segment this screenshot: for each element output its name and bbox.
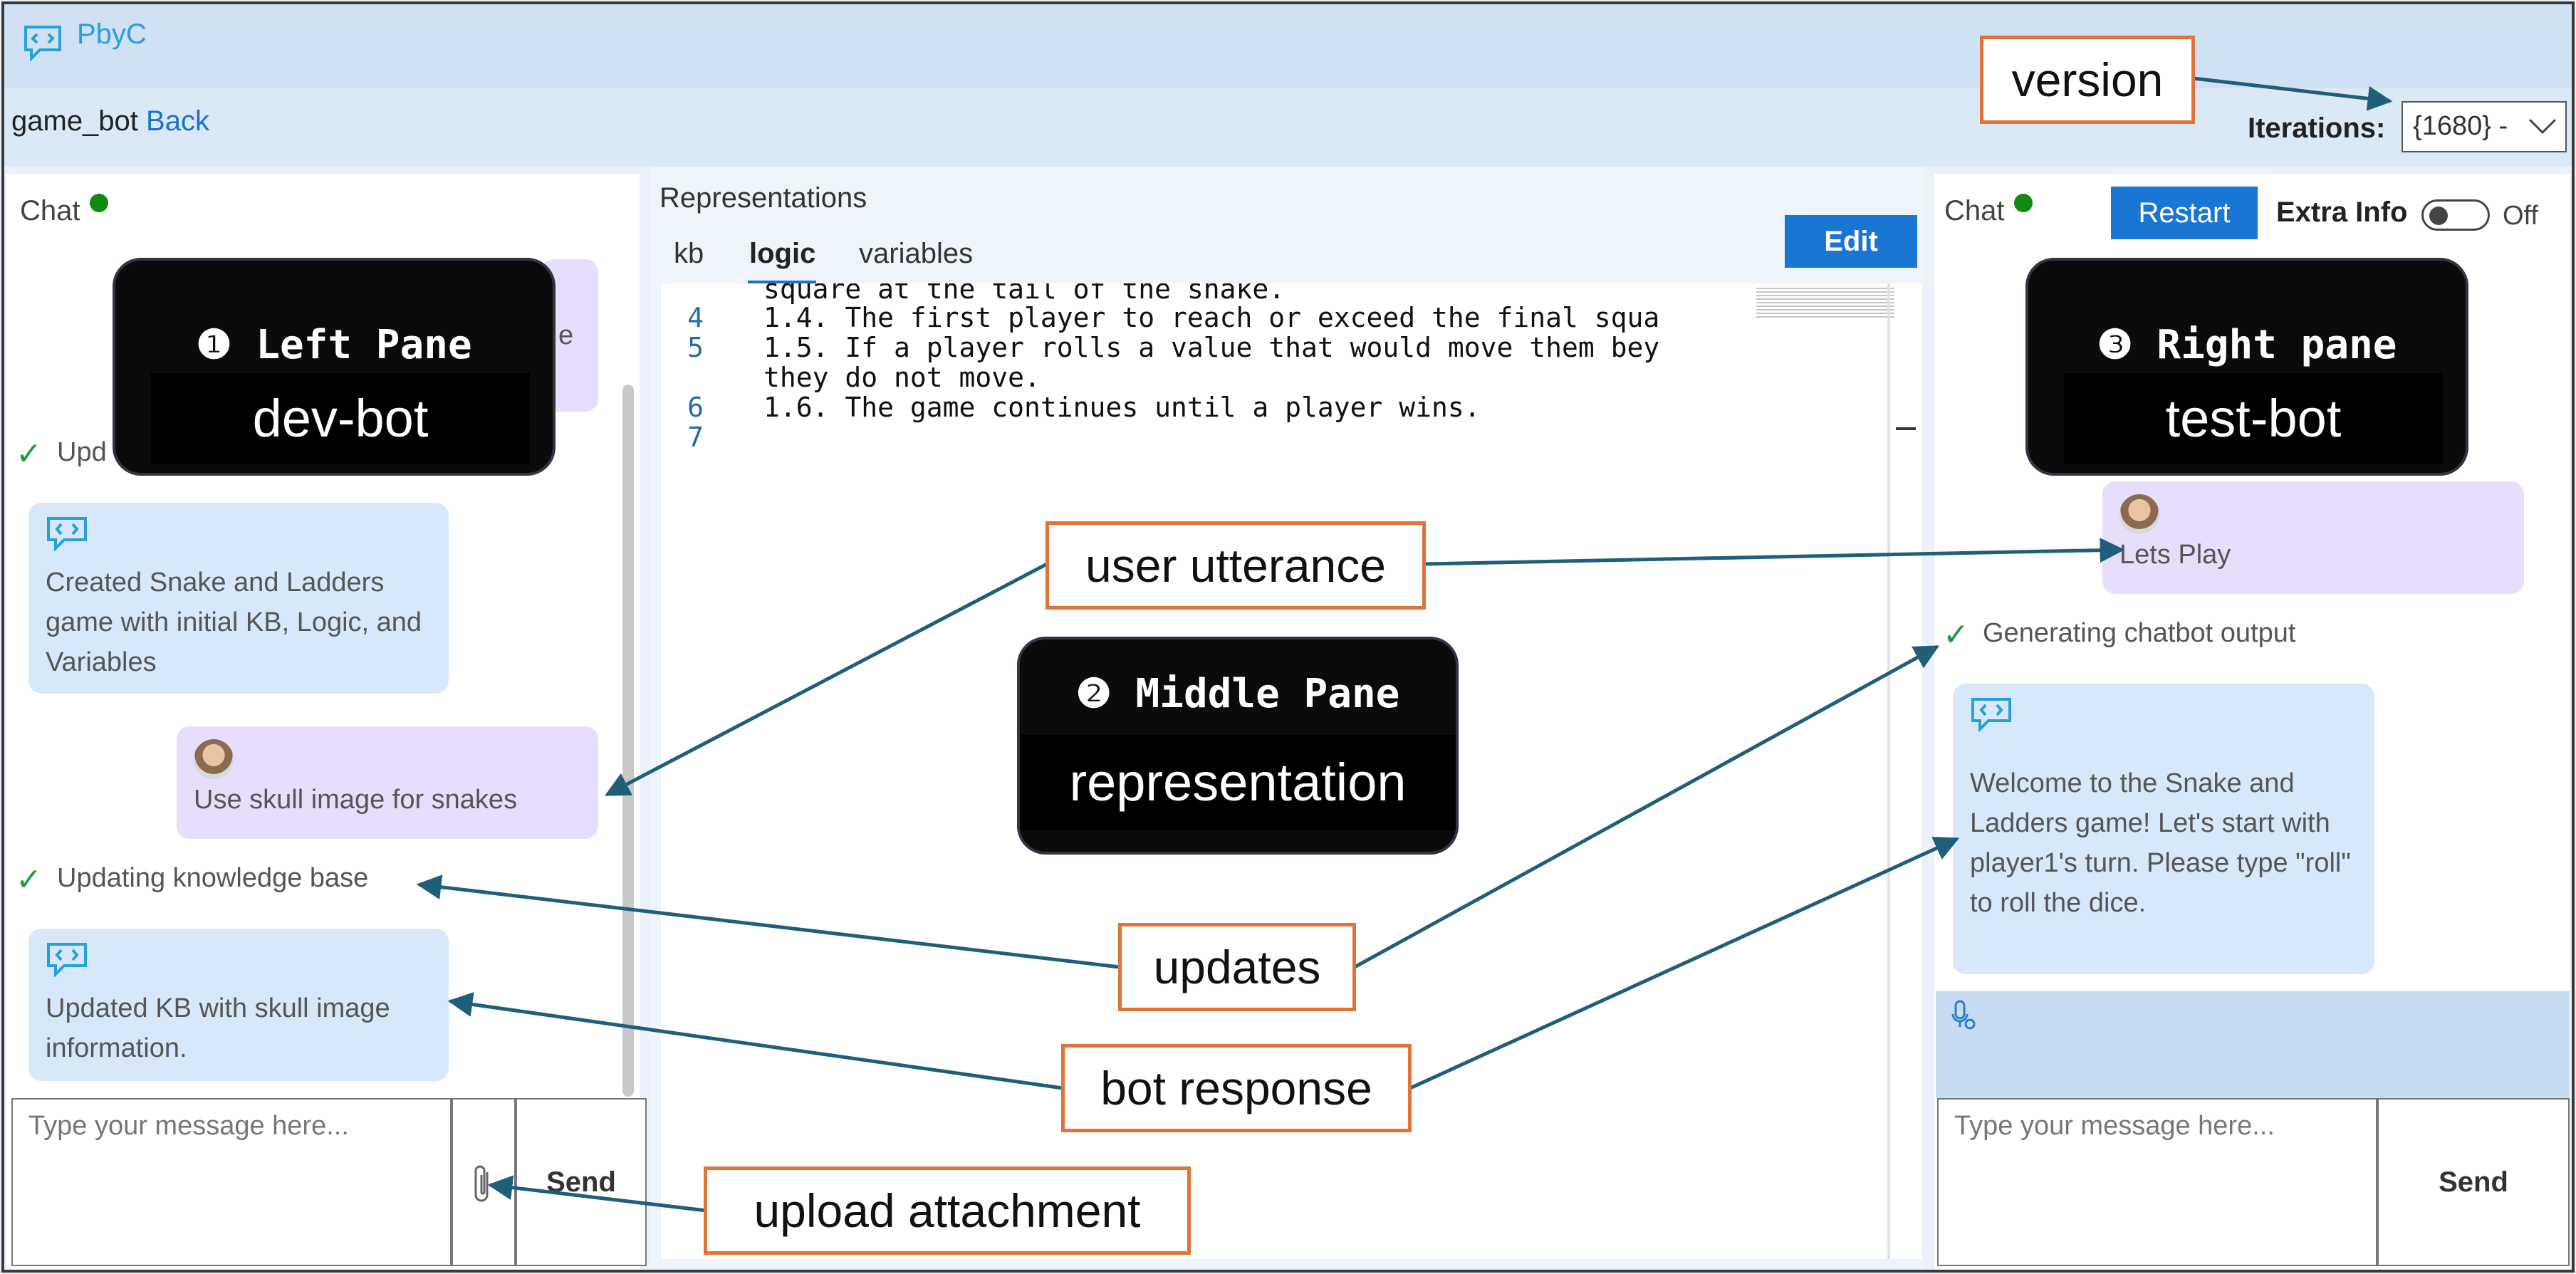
left-pane-label-sub: dev-bot xyxy=(151,373,530,464)
arrow-version xyxy=(2193,76,2393,111)
arrow-updates-left xyxy=(416,874,1120,969)
arrow-user-utterance-left xyxy=(604,562,1048,797)
right-pane-label-sub: test-bot xyxy=(2064,373,2443,464)
middle-pane-label-box: ❷ Middle Pane representation xyxy=(1017,637,1459,855)
right-pane-label-title: ❸ Right pane xyxy=(2097,322,2397,368)
arrow-upload-attachment xyxy=(487,1175,707,1213)
callout-bot-response: bot response xyxy=(1061,1044,1412,1132)
middle-pane-label-title: ❷ Middle Pane xyxy=(1075,671,1400,717)
callout-updates: updates xyxy=(1118,923,1356,1011)
callout-upload-attachment: upload attachment xyxy=(704,1166,1191,1255)
arrow-bot-response-right xyxy=(1409,837,1960,1090)
callout-user-utterance: user utterance xyxy=(1045,521,1426,610)
left-pane-label-title: ❶ Left Pane xyxy=(196,322,472,368)
callout-version: version xyxy=(1980,36,2195,124)
right-pane-label-box: ❸ Right pane test-bot xyxy=(2025,258,2468,476)
middle-pane-label-sub: representation xyxy=(1020,735,1456,830)
left-pane-label-box: ❶ Left Pane dev-bot xyxy=(113,258,556,476)
arrow-bot-response-left xyxy=(447,992,1063,1090)
arrow-user-utterance-right xyxy=(1424,538,2125,566)
